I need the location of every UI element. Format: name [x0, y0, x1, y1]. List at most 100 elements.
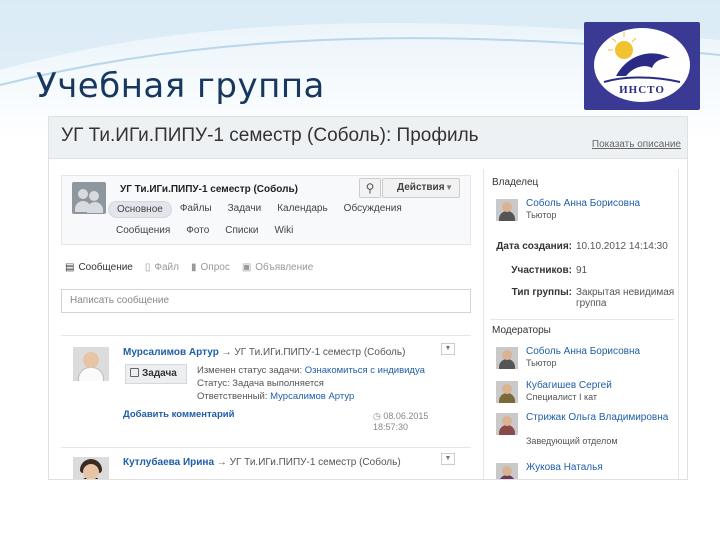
nav-main[interactable]: Основное: [108, 201, 172, 218]
moderator-item[interactable]: Кубагишев Сергей Специалист I кат: [496, 379, 676, 409]
divider: [490, 319, 674, 320]
tab-label: Объявление: [255, 262, 314, 273]
page-title: УГ Ти.ИГи.ПИПУ-1 семестр (Соболь): Профи…: [61, 125, 479, 146]
members-label: Участников:: [511, 265, 572, 276]
owner-person[interactable]: Соболь Анна Борисовна Тьютор: [496, 197, 676, 227]
post-responsible: Ответственный: Мурсалимов Артур: [197, 391, 354, 402]
chevron-down-icon: ▼: [445, 183, 453, 192]
task-badge-label: Задача: [142, 368, 177, 379]
announcement-icon: ▣: [241, 262, 252, 273]
group-info-sidebar: Владелец Соболь Анна Борисовна Тьютор Да…: [483, 169, 679, 479]
message-icon: ▤: [65, 262, 75, 273]
group-card: УГ Ти.ИГи.ПИПУ-1 семестр (Соболь) ⚲ Дейс…: [61, 175, 471, 245]
person-name[interactable]: Соболь Анна Борисовна: [526, 198, 676, 209]
avatar: [496, 381, 518, 403]
created-value: 10.10.2012 14:14:30: [576, 241, 668, 252]
person-role: Специалист I кат: [526, 392, 598, 402]
logo-text: ИНСТО: [619, 84, 665, 96]
type-value-line2: группа: [576, 298, 607, 309]
task-icon: [130, 368, 139, 377]
chevron-down-icon[interactable]: ▼: [441, 343, 455, 355]
person-name[interactable]: Кубагишев Сергей: [526, 380, 676, 391]
avatar: [496, 463, 518, 479]
responsible-link[interactable]: Мурсалимов Артур: [270, 391, 354, 402]
avatar: [496, 413, 518, 435]
timestamp-text: 08.06.2015 18:57:30: [373, 411, 429, 432]
type-label: Тип группы:: [511, 287, 572, 298]
arrow-icon: →: [221, 347, 232, 358]
moderators-heading: Модераторы: [492, 325, 551, 336]
nav-wiki[interactable]: Wiki: [266, 223, 301, 238]
created-label: Дата создания:: [496, 241, 572, 252]
person-name[interactable]: Соболь Анна Борисовна: [526, 346, 676, 357]
poll-icon: ▮: [190, 262, 197, 273]
post-author[interactable]: Кутлубаева Ирина: [123, 457, 214, 468]
avatar: [73, 457, 109, 479]
post-timestamp: ◷ 08.06.2015 18:57:30: [373, 411, 463, 432]
tab-label: Сообщение: [78, 262, 133, 273]
divider: [61, 335, 471, 336]
post-status-change: Изменен статус задачи: Ознакомиться с ин…: [197, 365, 425, 376]
show-description-link[interactable]: Показать описание: [592, 139, 681, 150]
add-comment-link[interactable]: Добавить комментарий: [123, 409, 234, 420]
chevron-down-icon[interactable]: ▼: [441, 453, 455, 465]
members-value: 91: [576, 265, 588, 276]
tab-poll[interactable]: ▮ Опрос: [191, 262, 230, 273]
responsible-label: Ответственный:: [197, 391, 268, 402]
portal-screenshot: УГ Ти.ИГи.ПИПУ-1 семестр (Соболь): Профи…: [48, 116, 688, 480]
person-role: Тьютор: [526, 358, 557, 368]
tab-file[interactable]: ▯ Файл: [145, 262, 179, 273]
nav-files[interactable]: Файлы: [172, 201, 220, 218]
clock-icon: ◷: [373, 411, 381, 421]
person-role: Тьютор: [526, 210, 557, 220]
group-nav-row-2: Сообщения Фото Списки Wiki: [108, 223, 301, 238]
nav-tasks[interactable]: Задачи: [220, 201, 270, 218]
tab-message[interactable]: ▤ Сообщение: [65, 262, 133, 273]
status-change-label: Изменен статус задачи:: [197, 365, 303, 376]
nav-discussions[interactable]: Обсуждения: [336, 201, 410, 218]
person-role: Заведующий отделом: [526, 436, 618, 446]
nav-photo[interactable]: Фото: [178, 223, 217, 238]
avatar: [496, 347, 518, 369]
nav-calendar[interactable]: Календарь: [269, 201, 335, 218]
actions-dropdown[interactable]: Действия ▼: [382, 178, 460, 198]
moderator-item[interactable]: Стрижак Ольга Владимировна Заведующий от…: [496, 411, 676, 453]
composer-tabs: ▤ Сообщение ▯ Файл ▮ Опрос ▣ Объявление: [65, 262, 313, 273]
post-target[interactable]: УГ Ти.ИГи.ПИПУ-1 семестр (Соболь): [230, 457, 401, 468]
moderator-item[interactable]: Жукова Наталья: [496, 461, 676, 479]
person-name[interactable]: Стрижак Ольга Владимировна: [526, 412, 676, 423]
group-name: УГ Ти.ИГи.ПИПУ-1 семестр (Соболь): [120, 184, 298, 195]
search-icon: ⚲: [365, 181, 375, 195]
nav-lists[interactable]: Списки: [217, 223, 266, 238]
post-header: Мурсалимов Артур → УГ Ти.ИГи.ПИПУ-1 семе…: [123, 347, 405, 358]
slide-title: Учебная группа: [36, 66, 325, 106]
tab-label: Файл: [154, 262, 179, 273]
search-button[interactable]: ⚲: [359, 178, 381, 198]
group-avatar-icon: [72, 182, 106, 214]
tab-label: Опрос: [200, 262, 230, 273]
post-header: Кутлубаева Ирина → УГ Ти.ИГи.ПИПУ-1 семе…: [123, 457, 401, 468]
task-link[interactable]: Ознакомиться с индивидуа: [305, 365, 425, 376]
insto-logo: ИНСТО: [584, 22, 700, 110]
type-value-line1: Закрытая невидимая: [576, 287, 675, 298]
message-input[interactable]: Написать сообщение: [61, 289, 471, 313]
page-header: УГ Ти.ИГи.ПИПУ-1 семестр (Соболь): Профи…: [49, 117, 687, 159]
arrow-icon: →: [216, 457, 227, 468]
tab-announcement[interactable]: ▣ Объявление: [242, 262, 313, 273]
avatar: [496, 199, 518, 221]
divider: [61, 447, 471, 448]
person-name[interactable]: Жукова Наталья: [526, 462, 676, 473]
post-target[interactable]: УГ Ти.ИГи.ПИПУ-1 семестр (Соболь): [234, 347, 405, 358]
feed-post: Мурсалимов Артур → УГ Ти.ИГи.ПИПУ-1 семе…: [73, 343, 463, 432]
post-author[interactable]: Мурсалимов Артур: [123, 347, 219, 358]
feed-post: Кутлубаева Ирина → УГ Ти.ИГи.ПИПУ-1 семе…: [73, 453, 463, 479]
moderator-item[interactable]: Соболь Анна Борисовна Тьютор: [496, 345, 676, 375]
avatar: [73, 347, 109, 381]
nav-messages[interactable]: Сообщения: [108, 223, 178, 238]
actions-label: Действия: [397, 182, 445, 193]
group-nav-row-1: Основное Файлы Задачи Календарь Обсужден…: [108, 201, 410, 218]
post-status: Статус: Задача выполняется: [197, 378, 324, 389]
task-badge: Задача: [125, 364, 187, 384]
owner-heading: Владелец: [492, 177, 539, 188]
file-icon: ▯: [144, 262, 151, 273]
